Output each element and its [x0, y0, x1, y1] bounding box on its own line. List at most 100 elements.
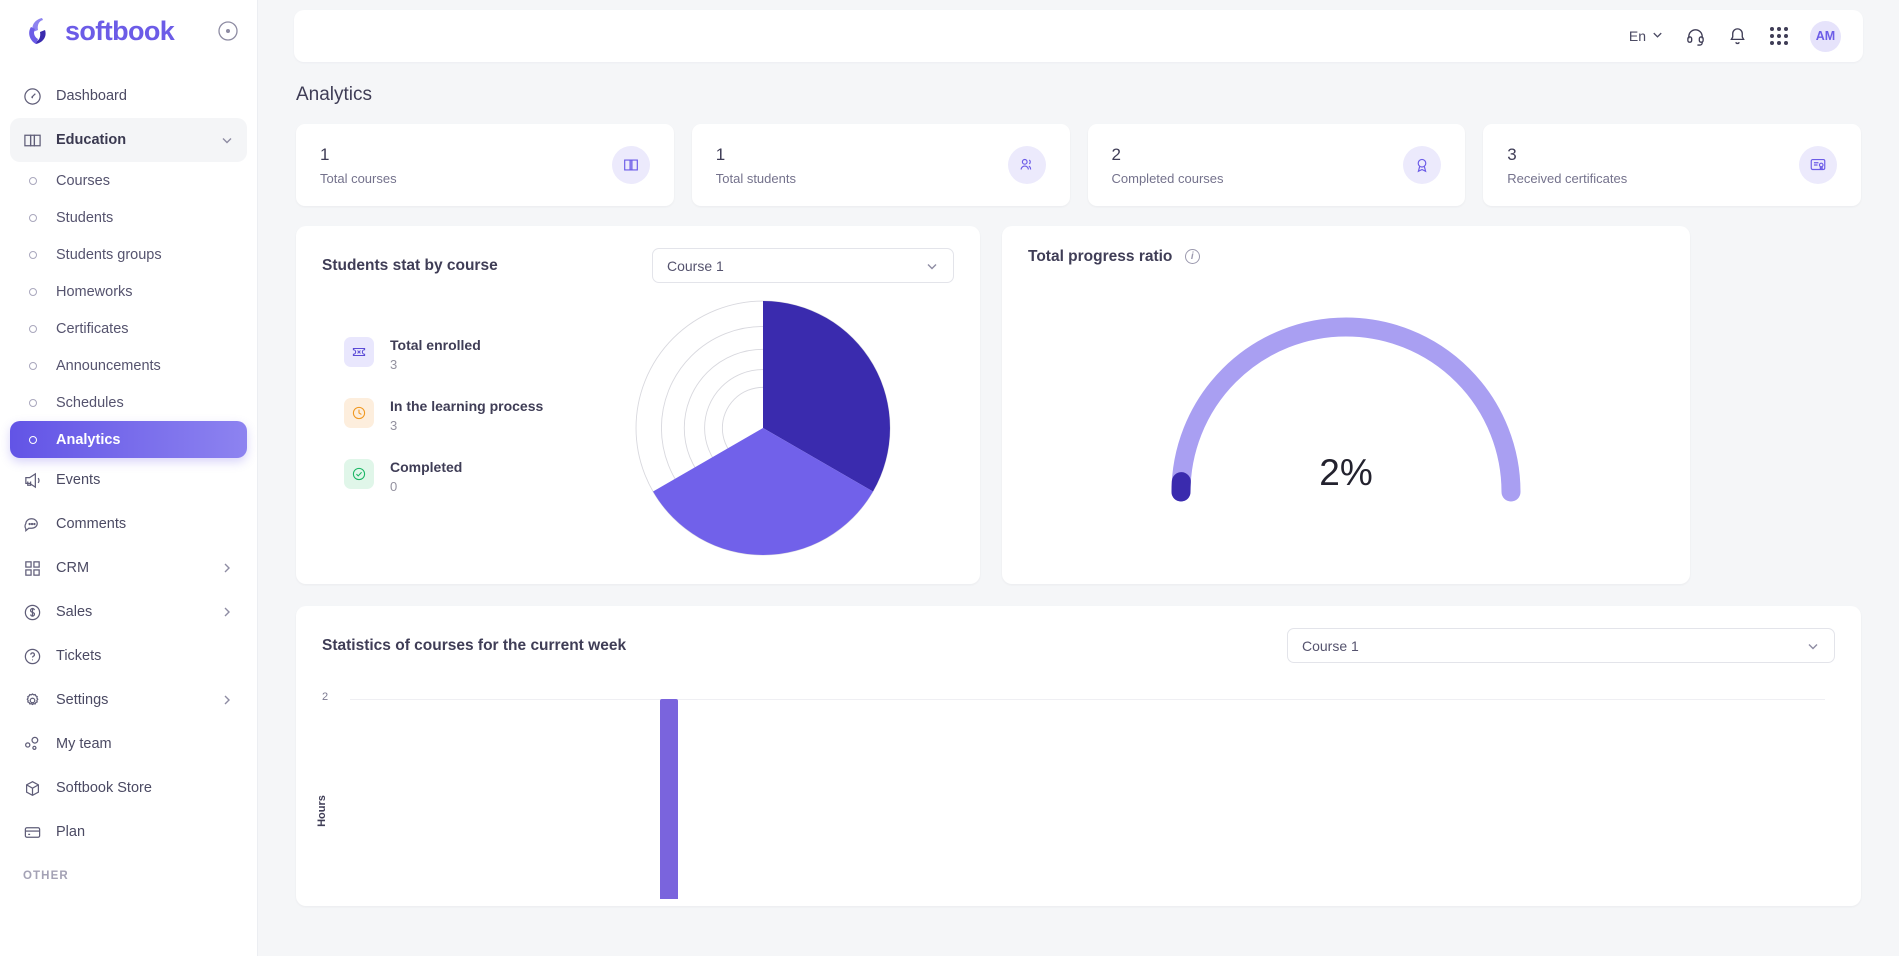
chevron-right-icon: [220, 693, 234, 707]
page-title: Analytics: [296, 84, 373, 105]
sidebar-item-announcements[interactable]: Announcements: [10, 347, 247, 384]
students-stat-header: Students stat by course Course 1: [322, 248, 954, 283]
bullet-dot-icon: [23, 324, 42, 333]
collapse-circle-icon[interactable]: [217, 20, 239, 42]
sidebar-item-plan[interactable]: Plan: [10, 810, 247, 854]
sidebar-item-settings[interactable]: Settings: [10, 678, 247, 722]
progress-percent-label: 2%: [1319, 452, 1373, 493]
bullet-dot-icon: [23, 361, 42, 370]
sidebar-item-schedules[interactable]: Schedules: [10, 384, 247, 421]
sidebar-item-label: Announcements: [56, 357, 161, 374]
main-content: En AM Analytics 1 Total courses 1 Total …: [258, 0, 1899, 956]
topbar: En AM: [294, 10, 1863, 62]
box-icon: [23, 779, 42, 798]
check-circle-icon: [344, 458, 374, 489]
sidebar-item-label: Analytics: [56, 431, 121, 448]
bar-chart-ytick: 2: [322, 691, 329, 703]
sidebar-item-analytics[interactable]: Analytics: [10, 421, 247, 458]
team-icon: [23, 735, 42, 754]
stat-value: 1: [320, 144, 330, 164]
question-circle-icon: [23, 647, 42, 666]
legend-label: Total enrolled: [390, 336, 481, 353]
legend-item-total-enrolled: Total enrolled 3: [344, 336, 572, 372]
sidebar-item-label: Courses: [56, 172, 110, 189]
students-stat-pie-chart: [572, 297, 954, 559]
app-root: softbook Dashboard Education Courses Stu…: [0, 0, 1899, 956]
bar-chart-bar[interactable]: [660, 699, 678, 899]
clock-icon: [344, 397, 374, 428]
students-stat-course-select[interactable]: Course 1: [652, 248, 954, 283]
sidebar-item-label: CRM: [56, 560, 90, 576]
progress-ratio-title-text: Total progress ratio: [1028, 248, 1173, 265]
sidebar: softbook Dashboard Education Courses Stu…: [0, 0, 258, 956]
stat-value: 1: [715, 144, 726, 164]
bullet-dot-icon: [23, 250, 42, 259]
sidebar-item-label: Homeworks: [56, 283, 133, 300]
sidebar-nav: Dashboard Education Courses Students Stu…: [0, 62, 257, 882]
chevron-down-icon: [925, 259, 939, 273]
sidebar-item-label: Comments: [56, 516, 127, 532]
gear-icon: [23, 691, 42, 710]
sidebar-item-sales[interactable]: Sales: [10, 590, 247, 634]
sidebar-item-my-team[interactable]: My team: [10, 722, 247, 766]
sidebar-item-homeworks[interactable]: Homeworks: [10, 273, 247, 310]
sidebar-item-label: Dashboard: [56, 88, 127, 104]
stat-value: 3: [1507, 144, 1517, 164]
weekly-course-select[interactable]: Course 1: [1287, 628, 1835, 663]
legend-item-in-learning-process: In the learning process 3: [344, 397, 572, 433]
weekly-bar-chart: 2 Hours: [316, 691, 1835, 899]
sidebar-item-label: Softbook Store: [56, 780, 152, 796]
progress-ratio-header: Total progress ratio i: [1028, 248, 1664, 266]
legend-label: Completed: [390, 458, 463, 475]
brand: softbook: [0, 0, 257, 62]
weekly-stats-card: Statistics of courses for the current we…: [296, 606, 1861, 906]
book-open-icon: [23, 131, 42, 150]
megaphone-icon: [23, 471, 42, 490]
avatar[interactable]: AM: [1810, 20, 1841, 52]
stat-label: Received certificates: [1507, 170, 1628, 186]
bell-icon[interactable]: [1726, 25, 1748, 47]
legend-value: 0: [390, 478, 398, 494]
progress-ratio-title: Total progress ratio i: [1028, 248, 1200, 266]
sidebar-item-label: Students: [56, 209, 114, 226]
pie-svg: [635, 300, 891, 556]
sidebar-item-students-groups[interactable]: Students groups: [10, 236, 247, 273]
headset-icon[interactable]: [1684, 25, 1706, 47]
language-selector[interactable]: En: [1629, 28, 1664, 44]
apps-grid-icon[interactable]: [1768, 25, 1790, 47]
bar-chart-gridline: [350, 699, 1825, 700]
sidebar-section-other: OTHER: [23, 870, 69, 882]
sidebar-item-label: Schedules: [56, 394, 124, 411]
charts-row: Students stat by course Course 1 Total e…: [296, 226, 1861, 584]
legend-item-completed: Completed 0: [344, 458, 572, 494]
chevron-right-icon: [220, 561, 234, 575]
sidebar-item-label: Events: [56, 472, 101, 488]
legend-value: 3: [390, 356, 398, 372]
progress-gauge: 2%: [1028, 266, 1664, 556]
sidebar-item-comments[interactable]: Comments: [10, 502, 247, 546]
sidebar-item-events[interactable]: Events: [10, 458, 247, 502]
bullet-dot-icon: [23, 435, 42, 444]
card-icon: [23, 823, 42, 842]
sidebar-item-crm[interactable]: CRM: [10, 546, 247, 590]
sidebar-item-certificates[interactable]: Certificates: [10, 310, 247, 347]
sidebar-item-students[interactable]: Students: [10, 199, 247, 236]
chevron-down-icon: [1806, 639, 1820, 653]
sidebar-item-label: Tickets: [56, 648, 102, 664]
sidebar-item-education[interactable]: Education: [10, 118, 247, 162]
sidebar-item-label: Settings: [56, 692, 109, 708]
sidebar-item-courses[interactable]: Courses: [10, 162, 247, 199]
speedometer-icon: [23, 87, 42, 106]
students-stat-card: Students stat by course Course 1 Total e…: [296, 226, 980, 584]
language-label: En: [1628, 28, 1646, 44]
sidebar-item-tickets[interactable]: Tickets: [10, 634, 247, 678]
sidebar-item-dashboard[interactable]: Dashboard: [10, 74, 247, 118]
stat-card-completed-courses: 2 Completed courses: [1087, 124, 1466, 206]
stat-label: Total students: [715, 170, 796, 186]
info-icon[interactable]: i: [1184, 249, 1200, 265]
book-icon: [611, 146, 650, 184]
sidebar-item-softbook-store[interactable]: Softbook Store: [10, 766, 247, 810]
bullet-dot-icon: [23, 287, 42, 296]
chevron-right-icon: [220, 605, 234, 619]
softbook-logo-icon: [22, 14, 56, 48]
